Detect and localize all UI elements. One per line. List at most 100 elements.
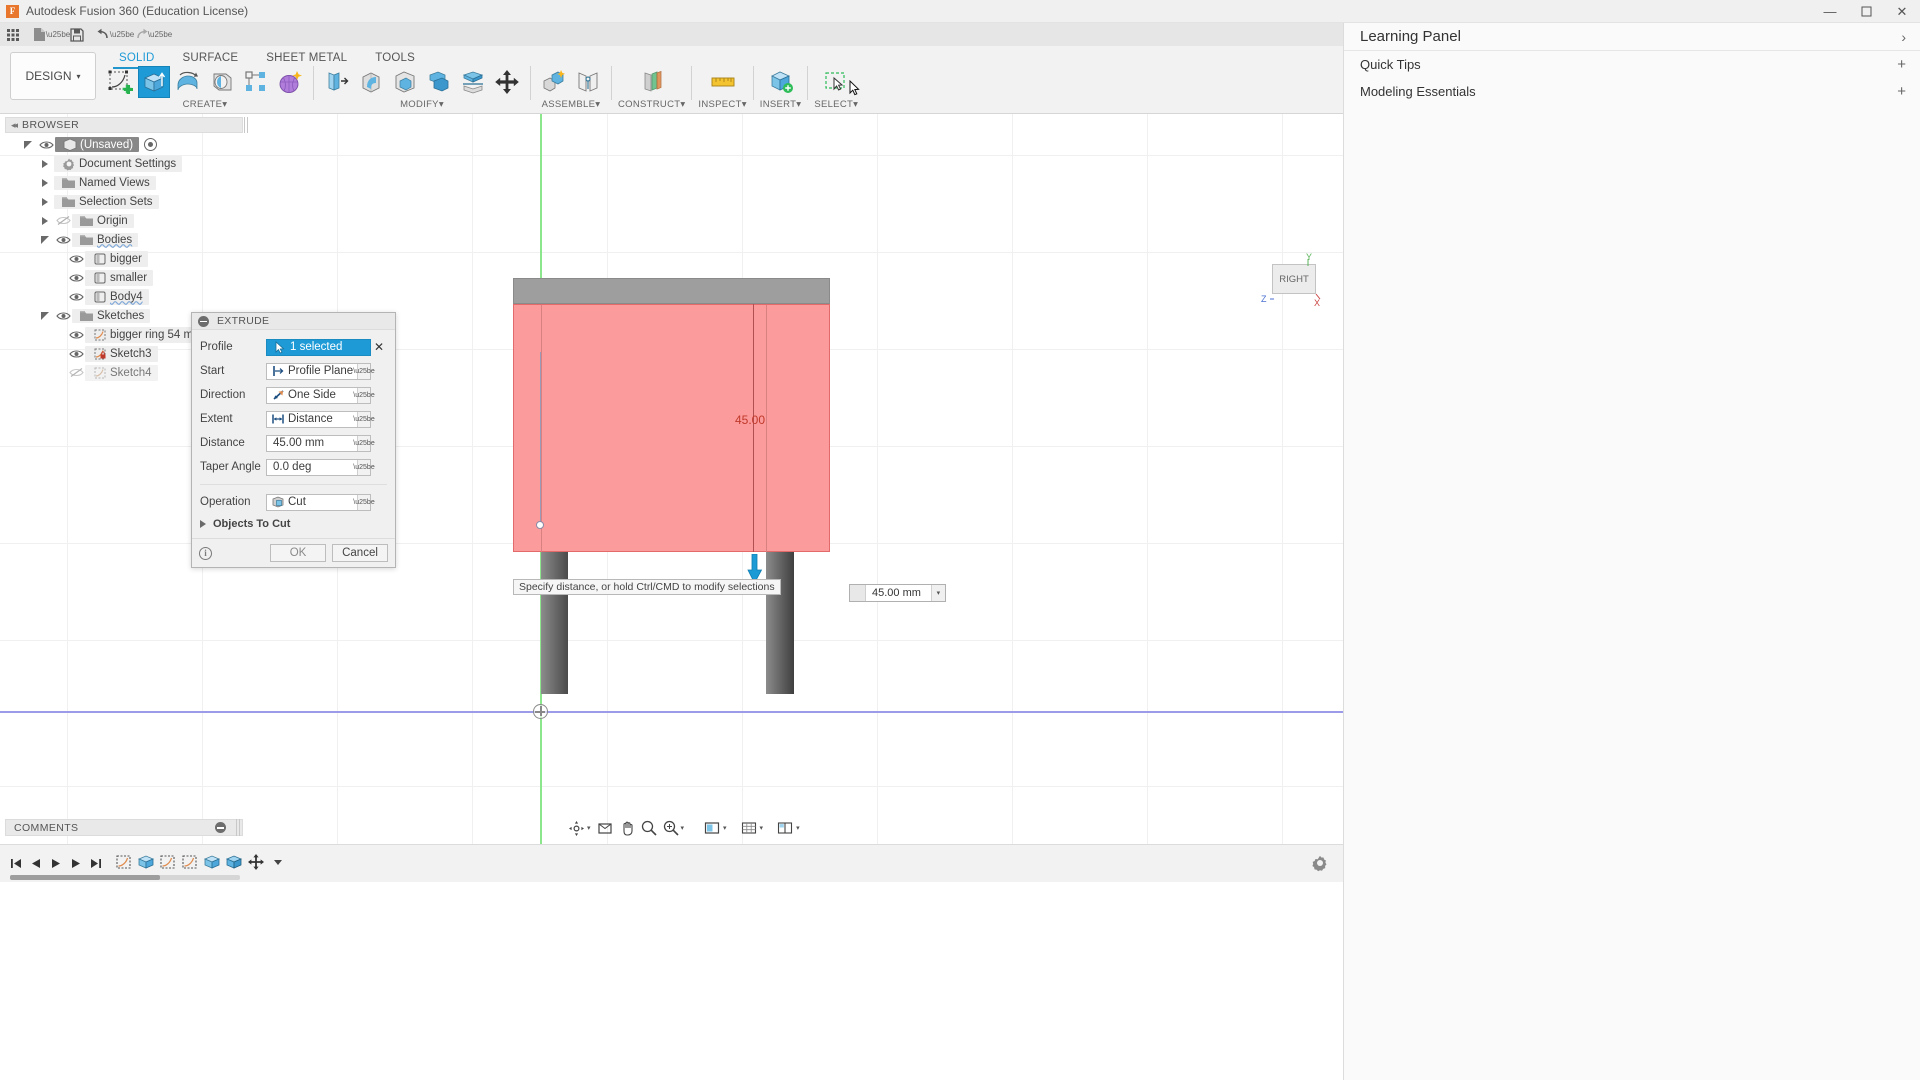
measure-icon[interactable] xyxy=(707,66,739,98)
revolve-icon[interactable] xyxy=(172,66,204,98)
display-settings-icon[interactable]: ▾ xyxy=(701,818,730,838)
extrude-dialog[interactable]: EXTRUDE Profile 1 selected ✕ Start Profi… xyxy=(191,312,396,568)
chevron-down-icon[interactable]: \u25be xyxy=(353,363,375,379)
ribbon-tab-solid[interactable]: SOLID xyxy=(105,50,169,69)
ribbon-group-label-insert[interactable]: INSERT▾ xyxy=(760,99,802,110)
ok-button[interactable]: OK xyxy=(270,544,326,562)
timeline-scrollbar[interactable] xyxy=(10,875,240,880)
collapse-comments-icon[interactable] xyxy=(215,822,226,833)
expander-open-icon[interactable] xyxy=(36,235,54,244)
tree-item-origin[interactable]: Origin xyxy=(5,211,243,230)
browser-resize-grip[interactable] xyxy=(244,117,248,133)
expand-plus-icon[interactable]: + xyxy=(1897,56,1906,73)
visibility-eye-off-icon[interactable] xyxy=(67,367,85,378)
maximize-button[interactable] xyxy=(1848,0,1884,23)
ribbon-group-label-construct[interactable]: CONSTRUCT▾ xyxy=(618,99,685,110)
new-component-icon[interactable] xyxy=(538,66,570,98)
tree-item-label[interactable]: bigger xyxy=(85,250,148,267)
chevron-down-icon[interactable]: ▾ xyxy=(930,585,945,601)
collapse-panel-icon[interactable]: ◂◂ xyxy=(11,120,18,131)
joint-icon[interactable] xyxy=(572,66,604,98)
extrude-dialog-titlebar[interactable]: EXTRUDE xyxy=(192,313,395,330)
info-icon[interactable]: i xyxy=(199,546,212,560)
chevron-down-icon[interactable]: ▾ xyxy=(723,824,727,832)
tree-item-selection-sets[interactable]: Selection Sets xyxy=(5,192,243,211)
view-cube[interactable]: RIGHT Y Z X xyxy=(1261,252,1328,308)
undo-caret-icon[interactable]: \u25be xyxy=(110,23,134,46)
press-pull-icon[interactable] xyxy=(321,66,353,98)
expander-open-icon[interactable] xyxy=(36,311,54,320)
tree-item-named-views[interactable]: Named Views xyxy=(5,173,243,192)
tree-item-label[interactable]: Sketch4 xyxy=(85,364,158,381)
visibility-eye-icon[interactable] xyxy=(67,330,85,340)
extrude-start-dropdown[interactable]: Profile Plane \u25be xyxy=(266,362,375,380)
model-leg-right[interactable] xyxy=(766,552,794,694)
chevron-down-icon[interactable]: ▾ xyxy=(760,824,764,832)
fillet-icon[interactable] xyxy=(355,66,387,98)
chevron-down-icon[interactable]: \u25be xyxy=(353,435,375,451)
look-at-icon[interactable] xyxy=(594,818,616,838)
model-seat-top[interactable] xyxy=(513,278,830,304)
learning-panel-row-quick-tips[interactable]: Quick Tips + xyxy=(1344,51,1920,78)
viewports-icon[interactable]: ▾ xyxy=(774,818,803,838)
expander-closed-icon[interactable] xyxy=(36,159,54,168)
tree-item-label[interactable]: smaller xyxy=(85,269,154,286)
shell-icon[interactable] xyxy=(389,66,421,98)
visibility-eye-icon[interactable] xyxy=(67,349,85,359)
pattern-icon[interactable] xyxy=(240,66,272,98)
extrude-dimension-label[interactable]: 45.00 xyxy=(735,413,765,427)
select-icon[interactable] xyxy=(820,66,852,98)
manipulator-value[interactable]: 45.00 mm xyxy=(866,585,931,601)
ribbon-tab-sheet-metal[interactable]: SHEET METAL xyxy=(252,50,361,67)
timeline-feature-extrude[interactable] xyxy=(202,851,222,873)
chevron-down-icon[interactable]: ▾ xyxy=(796,824,800,832)
zoom-magnifier-icon[interactable] xyxy=(638,818,660,838)
timeline-feature-extrude[interactable] xyxy=(136,851,156,873)
timeline-feature-sketch[interactable] xyxy=(158,851,178,873)
combine-icon[interactable] xyxy=(423,66,455,98)
manipulator-grip[interactable] xyxy=(850,585,866,601)
ribbon-tab-tools[interactable]: TOOLS xyxy=(361,50,429,67)
ribbon-group-label-select[interactable]: SELECT▾ xyxy=(814,99,858,110)
activate-component-radio[interactable] xyxy=(144,138,158,151)
tree-item-bodies[interactable]: Bodies xyxy=(5,230,243,249)
tree-item-body-smaller[interactable]: smaller xyxy=(5,268,243,287)
chevron-down-icon[interactable]: \u25be xyxy=(353,459,375,475)
tree-item-label[interactable]: Named Views xyxy=(54,175,156,190)
tree-item-label[interactable]: Bodies xyxy=(72,232,139,247)
play-icon[interactable] xyxy=(46,853,66,873)
extrude-objects-to-cut-expander[interactable]: Objects To Cut xyxy=(200,514,387,534)
pan-hand-icon[interactable] xyxy=(616,818,638,838)
step-forward-icon[interactable] xyxy=(66,853,86,873)
save-icon[interactable] xyxy=(64,23,90,46)
skip-start-icon[interactable] xyxy=(6,853,26,873)
tree-item-label[interactable]: (Unsaved) xyxy=(55,137,140,152)
expand-plus-icon[interactable]: + xyxy=(1897,83,1906,100)
close-button[interactable]: ✕ xyxy=(1884,0,1920,23)
chevron-down-icon[interactable]: \u25be xyxy=(353,411,375,427)
extrude-operation-dropdown[interactable]: Cut \u25be xyxy=(266,493,375,511)
visibility-eye-icon[interactable] xyxy=(37,140,55,150)
extrude-extent-dropdown[interactable]: Distance \u25be xyxy=(266,410,375,428)
tree-item-body-bigger[interactable]: bigger xyxy=(5,249,243,268)
comments-panel-header[interactable]: COMMENTS xyxy=(5,819,243,836)
clear-selection-icon[interactable]: ✕ xyxy=(371,340,387,354)
create-sketch-icon[interactable] xyxy=(104,66,136,98)
ribbon-group-label-create[interactable]: CREATE▾ xyxy=(183,99,228,110)
tree-item-unsaved[interactable]: (Unsaved) xyxy=(5,135,243,154)
learning-panel-row-modeling-essentials[interactable]: Modeling Essentials + xyxy=(1344,78,1920,105)
tree-item-label[interactable]: Origin xyxy=(72,213,134,228)
expander-open-icon[interactable] xyxy=(19,140,37,149)
chevron-down-icon[interactable]: ▾ xyxy=(587,824,591,832)
chevron-down-icon[interactable]: ▾ xyxy=(681,824,685,832)
insert-derive-icon[interactable] xyxy=(765,66,797,98)
zoom-window-icon[interactable]: ▾ xyxy=(660,818,688,838)
tree-item-label[interactable]: Sketch3 xyxy=(85,345,158,362)
model-profile-face[interactable] xyxy=(513,304,830,553)
visibility-eye-icon[interactable] xyxy=(67,273,85,283)
generative-design-icon[interactable] xyxy=(274,66,306,98)
grid-snap-icon[interactable]: ▾ xyxy=(738,818,767,838)
timeline-feature-extrude-active[interactable] xyxy=(224,851,244,873)
extrude-icon[interactable] xyxy=(138,66,170,98)
timeline-settings-gear-icon[interactable] xyxy=(1311,854,1331,874)
